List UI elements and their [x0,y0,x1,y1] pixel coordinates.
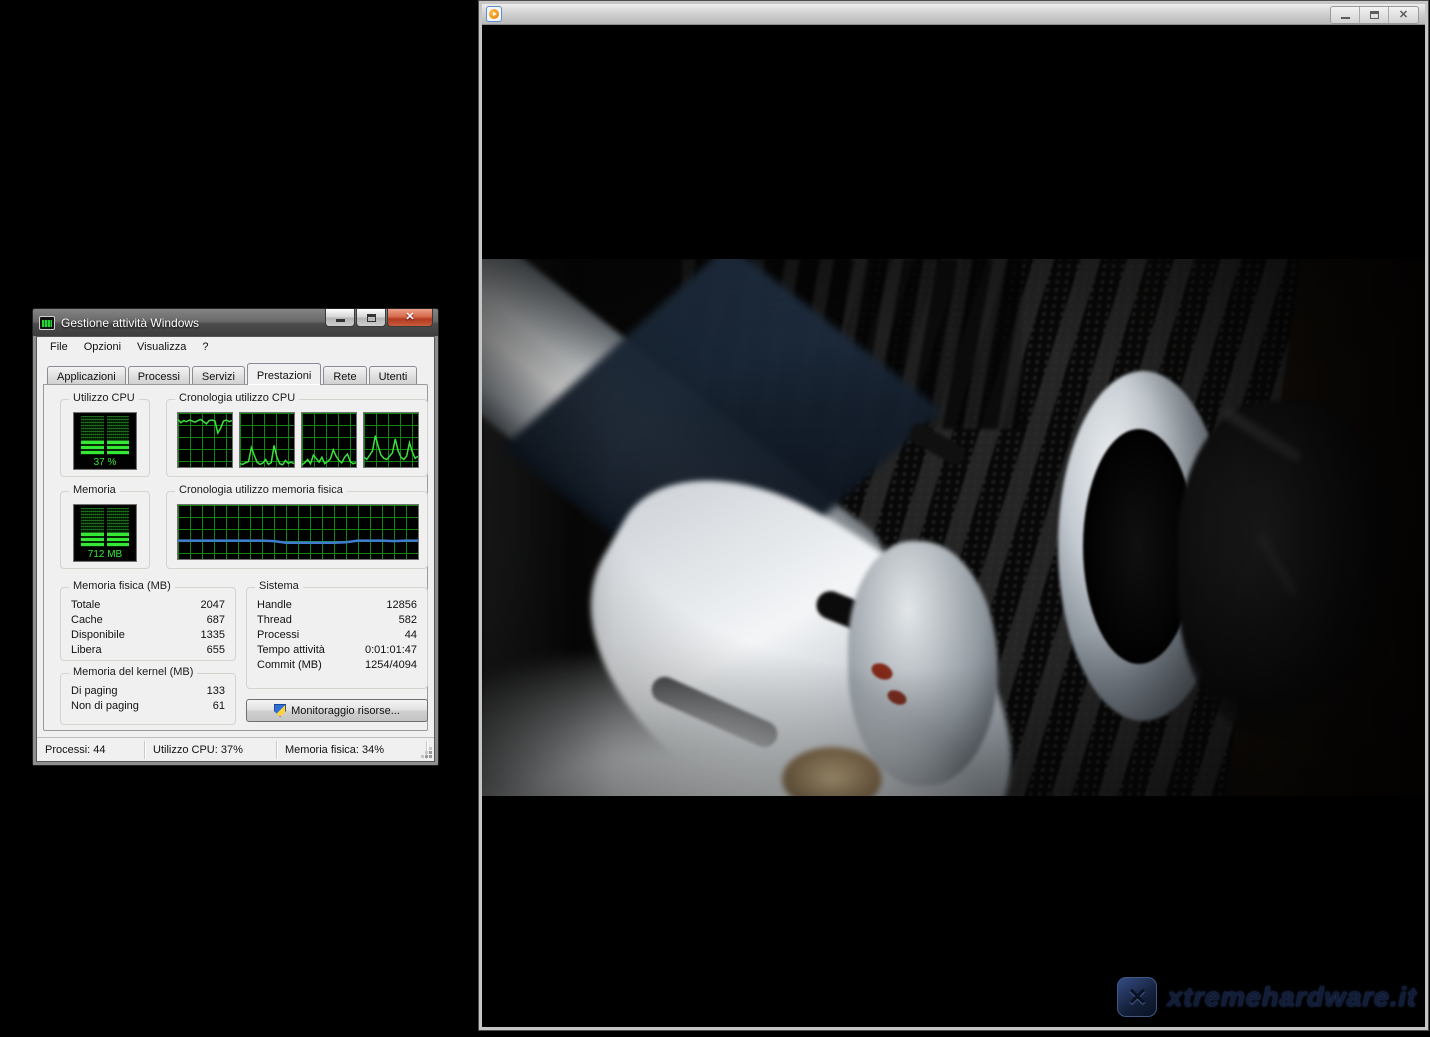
stat-row: Non di paging61 [71,699,225,714]
kernel-memory-stats: Di paging133Non di paging61 [71,684,225,714]
stat-row: Disponibile1335 [71,628,225,643]
memory-history-group: Cronologia utilizzo memoria fisica [166,491,428,569]
resource-monitor-button[interactable]: Monitoraggio risorse... [246,699,428,722]
close-button[interactable]: ✕ [1389,7,1418,23]
group-label: Sistema [255,580,303,592]
tab-servizi[interactable]: Servizi [192,366,245,385]
cpu-history-group: Cronologia utilizzo CPU [166,399,428,477]
minimize-icon [336,319,345,322]
close-icon: ✕ [405,312,414,323]
tab-prestazioni[interactable]: Prestazioni [247,363,321,385]
stat-row: Libera655 [71,643,225,658]
memory-gauge-value: 712 MB [74,549,136,560]
cpu-core3-graph [301,412,357,468]
cpu-usage-gauge: 37 % [73,412,137,470]
maximize-button[interactable] [1360,7,1389,23]
tab-rete[interactable]: Rete [323,366,366,385]
menu-options[interactable]: Opzioni [77,339,128,355]
group-label: Cronologia utilizzo memoria fisica [175,484,347,496]
stat-row: Handle12856 [257,598,417,613]
status-processes: Processi: 44 [37,741,145,759]
task-manager-client-area: File Opzioni Visualizza ? Applicazioni P… [36,336,435,762]
video-canvas[interactable]: ✕ xtremehardware.it [482,25,1425,1027]
memory-gauge-group: Memoria 712 MB [60,491,150,569]
menu-view[interactable]: Visualizza [130,339,193,355]
status-physical-memory: Memoria fisica: 34% [277,741,427,759]
group-label: Utilizzo CPU [69,392,139,404]
memory-history-graph [177,504,419,560]
menu-bar: File Opzioni Visualizza ? [37,337,434,357]
kernel-memory-group: Memoria del kernel (MB) Di paging133Non … [60,673,236,725]
minimize-icon [1341,17,1350,19]
stat-row: Commit (MB)1254/4094 [257,658,417,673]
maximize-icon [367,314,376,322]
cpu-usage-value: 37 % [74,457,136,468]
media-player-window: ✕ [478,0,1429,1031]
minimize-button[interactable] [1331,7,1360,23]
uac-shield-icon [274,704,286,717]
media-player-titlebar[interactable]: ✕ [482,4,1425,25]
physical-memory-group: Memoria fisica (MB) Totale2047Cache687Di… [60,587,236,661]
task-manager-caption-buttons: ✕ [324,309,433,327]
resize-grip[interactable] [429,755,432,758]
performance-tab-page: Utilizzo CPU 37 % Cronologia utilizzo CP… [43,384,428,731]
video-frame [482,259,1425,796]
maximize-icon [1370,11,1379,19]
cpu-core2-graph [239,412,295,468]
physical-memory-stats: Totale2047Cache687Disponibile1335Libera6… [71,598,225,658]
window-title: Gestione attività Windows [61,316,199,330]
close-button[interactable]: ✕ [387,309,433,327]
close-icon: ✕ [1399,10,1408,21]
menu-file[interactable]: File [43,339,75,355]
status-bar: Processi: 44 Utilizzo CPU: 37% Memoria f… [37,737,434,761]
video-still-bottom-glow [482,656,992,796]
menu-help[interactable]: ? [195,339,215,355]
tab-strip: Applicazioni Processi Servizi Prestazion… [47,363,424,385]
stat-row: Processi44 [257,628,417,643]
stat-row: Cache687 [71,613,225,628]
tab-applicazioni[interactable]: Applicazioni [47,366,126,385]
stat-row: Thread582 [257,613,417,628]
group-label: Memoria [69,484,120,496]
cpu-core1-graph [177,412,233,468]
media-player-caption-buttons: ✕ [1330,6,1419,24]
watermark-text: xtremehardware.it [1167,982,1417,1013]
cpu-core4-graph [363,412,419,468]
group-label: Memoria fisica (MB) [69,580,175,592]
stat-row: Tempo attività0:01:01:47 [257,643,417,658]
minimize-button[interactable] [325,309,355,327]
task-manager-app-icon[interactable] [39,316,55,330]
maximize-button[interactable] [356,309,386,327]
desktop: ✕ [0,0,1430,1037]
stat-row: Totale2047 [71,598,225,613]
tab-utenti[interactable]: Utenti [369,366,418,385]
tab-processi[interactable]: Processi [128,366,190,385]
system-group: Sistema Handle12856Thread582Processi44Te… [246,587,428,689]
watermark: ✕ xtremehardware.it [1117,977,1417,1017]
xtremehardware-logo-icon: ✕ [1117,977,1157,1017]
memory-gauge: 712 MB [73,504,137,562]
group-label: Cronologia utilizzo CPU [175,392,299,404]
group-label: Memoria del kernel (MB) [69,666,197,678]
task-manager-window: Gestione attività Windows ✕ File Opzioni… [32,308,439,766]
stat-row: Di paging133 [71,684,225,699]
status-cpu-usage: Utilizzo CPU: 37% [145,741,277,759]
system-stats: Handle12856Thread582Processi44Tempo atti… [257,598,417,673]
media-player-app-icon[interactable] [486,6,502,22]
resource-monitor-button-label: Monitoraggio risorse... [291,705,400,717]
cpu-usage-group: Utilizzo CPU 37 % [60,399,150,477]
